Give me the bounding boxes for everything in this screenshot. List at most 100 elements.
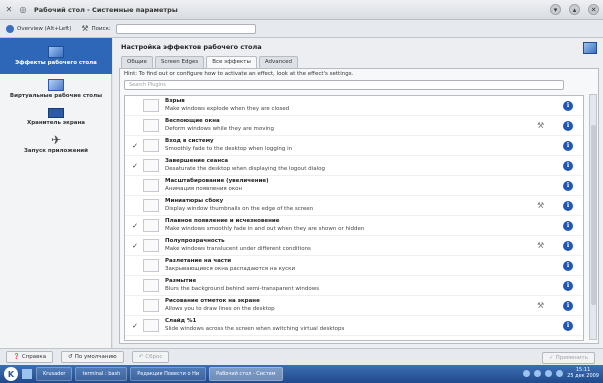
configure-wrench-icon[interactable]: ⚒ — [537, 301, 544, 310]
sidebar-item-label: Эффекты рабочего стола — [15, 60, 97, 66]
info-icon[interactable]: i — [563, 161, 573, 171]
network-tray-icon[interactable] — [523, 369, 531, 377]
tab-general[interactable]: Общие — [121, 56, 153, 68]
sidebar-item-launch-feedback[interactable]: ✈ Запуск приложений — [0, 130, 112, 158]
taskbar-task[interactable]: Krusader — [36, 367, 73, 381]
taskbar-task[interactable]: Рабочий стол - Систем — [209, 367, 283, 381]
apply-icon: ✓ — [549, 355, 554, 361]
apply-label: Применить — [555, 355, 588, 361]
start-menu-button[interactable]: K — [4, 367, 18, 381]
info-icon[interactable]: i — [563, 301, 573, 311]
info-icon[interactable]: i — [563, 121, 573, 131]
clipboard-tray-icon[interactable] — [556, 369, 564, 377]
virtual-desktops-icon — [48, 79, 64, 91]
sidebar-item-screensaver[interactable]: Хранитель экрана — [0, 104, 112, 130]
info-icon[interactable]: i — [563, 181, 573, 191]
effect-name: Размытие — [165, 278, 197, 284]
reset-button[interactable]: ↶ Сброс — [131, 351, 170, 363]
desktop-pager-icon[interactable] — [22, 369, 32, 379]
reset-icon: ↶ — [138, 354, 144, 360]
back-arrow-icon — [6, 24, 14, 33]
configure-wrench-icon[interactable]: ⚒ — [537, 201, 544, 210]
effect-checkbox[interactable]: ✓ — [131, 222, 139, 230]
apply-button[interactable]: ✓ Применить — [542, 352, 595, 364]
help-button[interactable]: ❓ Справка — [6, 351, 54, 363]
effect-checkbox[interactable] — [131, 182, 139, 190]
info-icon[interactable]: i — [563, 141, 573, 151]
all-effects-panel: Hint: To find out or configure how to ac… — [119, 68, 599, 344]
effect-row[interactable]: Размытие Blurs the background behind semi… — [125, 276, 583, 296]
system-tray: 15:11 25 дек 2009 — [523, 367, 599, 379]
tab-screen-edges[interactable]: Screen Edges — [154, 56, 205, 68]
effect-row[interactable]: Разлетание на части Закрывающиеся окна ра… — [125, 256, 583, 276]
effect-description: Display window thumbnails on the edge of… — [165, 206, 314, 212]
effect-name: Завершение сеанса — [165, 158, 229, 164]
sidebar: Эффекты рабочего стола Виртуальные рабоч… — [0, 38, 112, 348]
plugin-filter-input[interactable]: Search Plugins — [124, 80, 564, 90]
taskbar-task[interactable]: Редакция Повести о Ни — [130, 367, 207, 381]
effect-thumbnail — [143, 159, 159, 172]
effect-description: Allows you to draw lines on the desktop — [165, 306, 275, 312]
effect-row[interactable]: Веспоющие окна Deform windows while they … — [125, 116, 583, 136]
effect-checkbox[interactable] — [131, 122, 139, 130]
effect-checkbox[interactable] — [131, 262, 139, 270]
effect-checkbox[interactable] — [131, 282, 139, 290]
tools-icon: ⚒ — [81, 24, 89, 33]
window-menu-icon[interactable]: ✕ — [4, 5, 14, 15]
effect-row[interactable]: ✓ Завершение сеанса Desaturate the desktop… — [125, 156, 583, 176]
effect-checkbox[interactable] — [131, 202, 139, 210]
effect-name: Плавное появление и исчезновение — [165, 218, 280, 224]
tab-advanced[interactable]: Advanced — [258, 56, 299, 68]
effect-checkbox[interactable]: ✓ — [131, 142, 139, 150]
defaults-button[interactable]: ↺ По умолчанию — [61, 351, 124, 363]
effect-row[interactable]: Взрыв Make windows explode when they are … — [125, 96, 583, 116]
sidebar-item-desktop-effects[interactable]: Эффекты рабочего стола — [0, 38, 112, 74]
effect-row[interactable]: Миниатюры сбоку Display window thumbnails… — [125, 196, 583, 216]
configure-wrench-icon[interactable]: ⚒ — [537, 241, 544, 250]
search-input[interactable] — [115, 23, 256, 34]
taskbar-task[interactable]: terminal : bash — [75, 367, 128, 381]
configure-wrench-icon[interactable]: ⚒ — [537, 121, 544, 130]
defaults-label: По умолчанию — [74, 354, 117, 360]
effects-list-scrollbar[interactable] — [589, 94, 597, 340]
clock[interactable]: 15:11 25 дек 2009 — [567, 367, 599, 379]
effect-row[interactable]: ✓ Слайд %1 Slide windows across the screen… — [125, 316, 583, 336]
effect-description: Make windows smoothly fade in and out wh… — [165, 226, 365, 232]
volume-tray-icon[interactable] — [534, 369, 542, 377]
clock-date: 25 дек 2009 — [567, 373, 599, 379]
reset-label: Сброс — [145, 354, 163, 360]
window-title: Рабочий стол - Системные параметры — [34, 5, 178, 14]
sidebar-item-label: Виртуальные рабочие столы — [9, 93, 103, 99]
scrollbar-thumb[interactable] — [591, 125, 596, 305]
hint-text: Hint: To find out or configure how to ac… — [124, 71, 354, 77]
tab-all-effects[interactable]: Все эффекты — [206, 56, 257, 68]
overview-button[interactable]: Overview (Alt+Left) — [6, 24, 72, 33]
close-button[interactable]: ✕ — [588, 4, 599, 15]
overview-label: Overview (Alt+Left) — [17, 25, 72, 32]
info-icon[interactable]: i — [563, 281, 573, 291]
minimize-button[interactable]: ▾ — [550, 4, 561, 15]
effect-row[interactable]: ✓ Плавное появление и исчезновение Make wi… — [125, 216, 583, 236]
sidebar-item-virtual-desktops[interactable]: Виртуальные рабочие столы — [0, 74, 112, 104]
info-icon[interactable]: i — [563, 101, 573, 111]
info-icon[interactable]: i — [563, 261, 573, 271]
effect-checkbox[interactable]: ✓ — [131, 322, 139, 330]
effect-row[interactable]: ✓ Вход в систему Smoothly fade to the desk… — [125, 136, 583, 156]
effect-row[interactable]: Рисование отметок на экране Allows you to… — [125, 296, 583, 316]
info-icon[interactable]: i — [563, 241, 573, 251]
info-icon[interactable]: i — [563, 201, 573, 211]
info-icon[interactable]: i — [563, 321, 573, 331]
battery-tray-icon[interactable] — [545, 369, 553, 377]
effect-checkbox[interactable] — [131, 302, 139, 310]
effect-thumbnail — [143, 179, 159, 192]
effect-row[interactable]: Масштабирование (увеличение) Анимация поя… — [125, 176, 583, 196]
maximize-button[interactable]: ▴ — [569, 4, 580, 15]
effect-checkbox[interactable]: ✓ — [131, 162, 139, 170]
info-icon[interactable]: i — [563, 221, 573, 231]
effect-checkbox[interactable]: ✓ — [131, 242, 139, 250]
effect-row[interactable]: ✓ Полупрозрачность Make windows translucen… — [125, 236, 583, 256]
effect-checkbox[interactable] — [131, 102, 139, 110]
effect-thumbnail — [143, 119, 159, 132]
help-label: Справка — [21, 354, 47, 360]
effect-name: Вход в систему — [165, 138, 214, 144]
